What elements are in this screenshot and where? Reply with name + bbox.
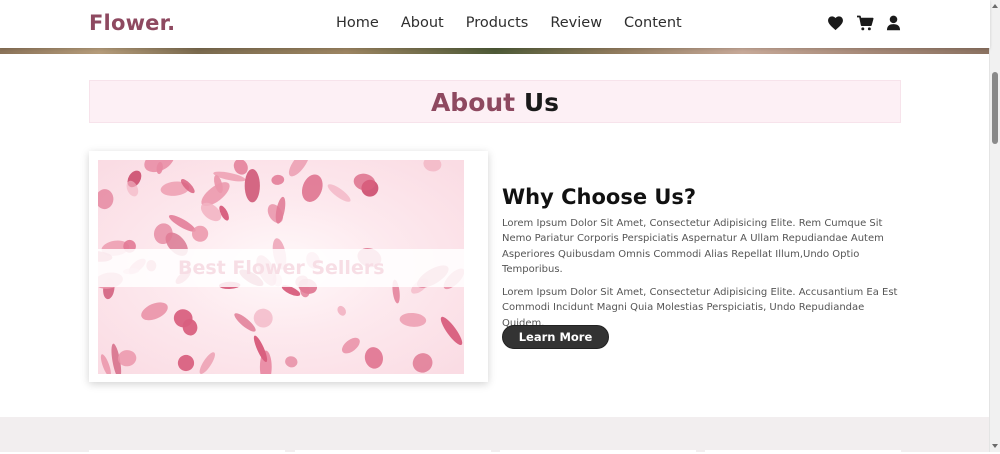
about-paragraph-1: Lorem Ipsum Dolor Sit Amet, Consectetur … xyxy=(502,218,884,275)
petal xyxy=(144,160,175,173)
nav-products[interactable]: Products xyxy=(466,15,529,31)
petals-video[interactable]: Best Flower Sellers xyxy=(98,160,464,374)
nav-home[interactable]: Home xyxy=(336,15,379,31)
petal xyxy=(234,313,256,332)
about-heading-word1: About xyxy=(430,88,516,117)
video-card: Best Flower Sellers xyxy=(89,151,488,382)
header: Flower. Home About Products Review Conte… xyxy=(0,0,990,48)
logo[interactable]: Flower. xyxy=(89,11,175,35)
main-nav: Home About Products Review Content xyxy=(336,15,704,31)
nav-about[interactable]: About xyxy=(401,15,444,31)
petal xyxy=(364,347,383,369)
petal xyxy=(199,352,215,374)
scroll-down-arrow[interactable] xyxy=(992,444,998,448)
petal xyxy=(271,174,285,185)
petal xyxy=(327,184,351,202)
petal xyxy=(341,337,360,354)
petal xyxy=(141,302,168,321)
petal xyxy=(253,335,268,363)
next-section xyxy=(0,417,990,454)
petal xyxy=(177,354,195,372)
petal xyxy=(440,316,463,345)
petal xyxy=(423,160,442,172)
heart-icon[interactable] xyxy=(827,15,844,31)
petal xyxy=(399,312,427,327)
petal xyxy=(412,353,433,373)
petal xyxy=(301,174,323,202)
card-top-3 xyxy=(500,450,696,454)
about-paragraph-2: Lorem Ipsum Dolor Sit Amet, Consectetur … xyxy=(502,287,898,329)
petal xyxy=(288,160,310,177)
petal xyxy=(98,189,114,210)
why-choose-heading: Why Choose Us? xyxy=(502,185,697,209)
hero-image-strip xyxy=(0,48,990,54)
about-heading-word2: Us xyxy=(523,88,560,117)
card-top-1 xyxy=(89,450,285,454)
petal xyxy=(337,305,346,316)
about-heading: About Us xyxy=(89,80,901,123)
header-icons xyxy=(827,15,901,31)
scroll-up-arrow[interactable] xyxy=(992,4,998,8)
petal xyxy=(244,169,260,203)
petal xyxy=(285,356,298,368)
learn-more-button[interactable]: Learn More xyxy=(502,325,609,349)
card-top-4 xyxy=(705,450,901,454)
video-caption: Best Flower Sellers xyxy=(178,257,385,279)
petal xyxy=(100,354,111,374)
scroll-thumb[interactable] xyxy=(992,72,998,144)
cart-icon[interactable] xyxy=(856,15,874,31)
nav-review[interactable]: Review xyxy=(550,15,602,31)
card-top-2 xyxy=(295,450,491,454)
user-icon[interactable] xyxy=(886,15,901,31)
nav-content[interactable]: Content xyxy=(624,15,682,31)
scrollbar[interactable] xyxy=(989,0,1000,452)
